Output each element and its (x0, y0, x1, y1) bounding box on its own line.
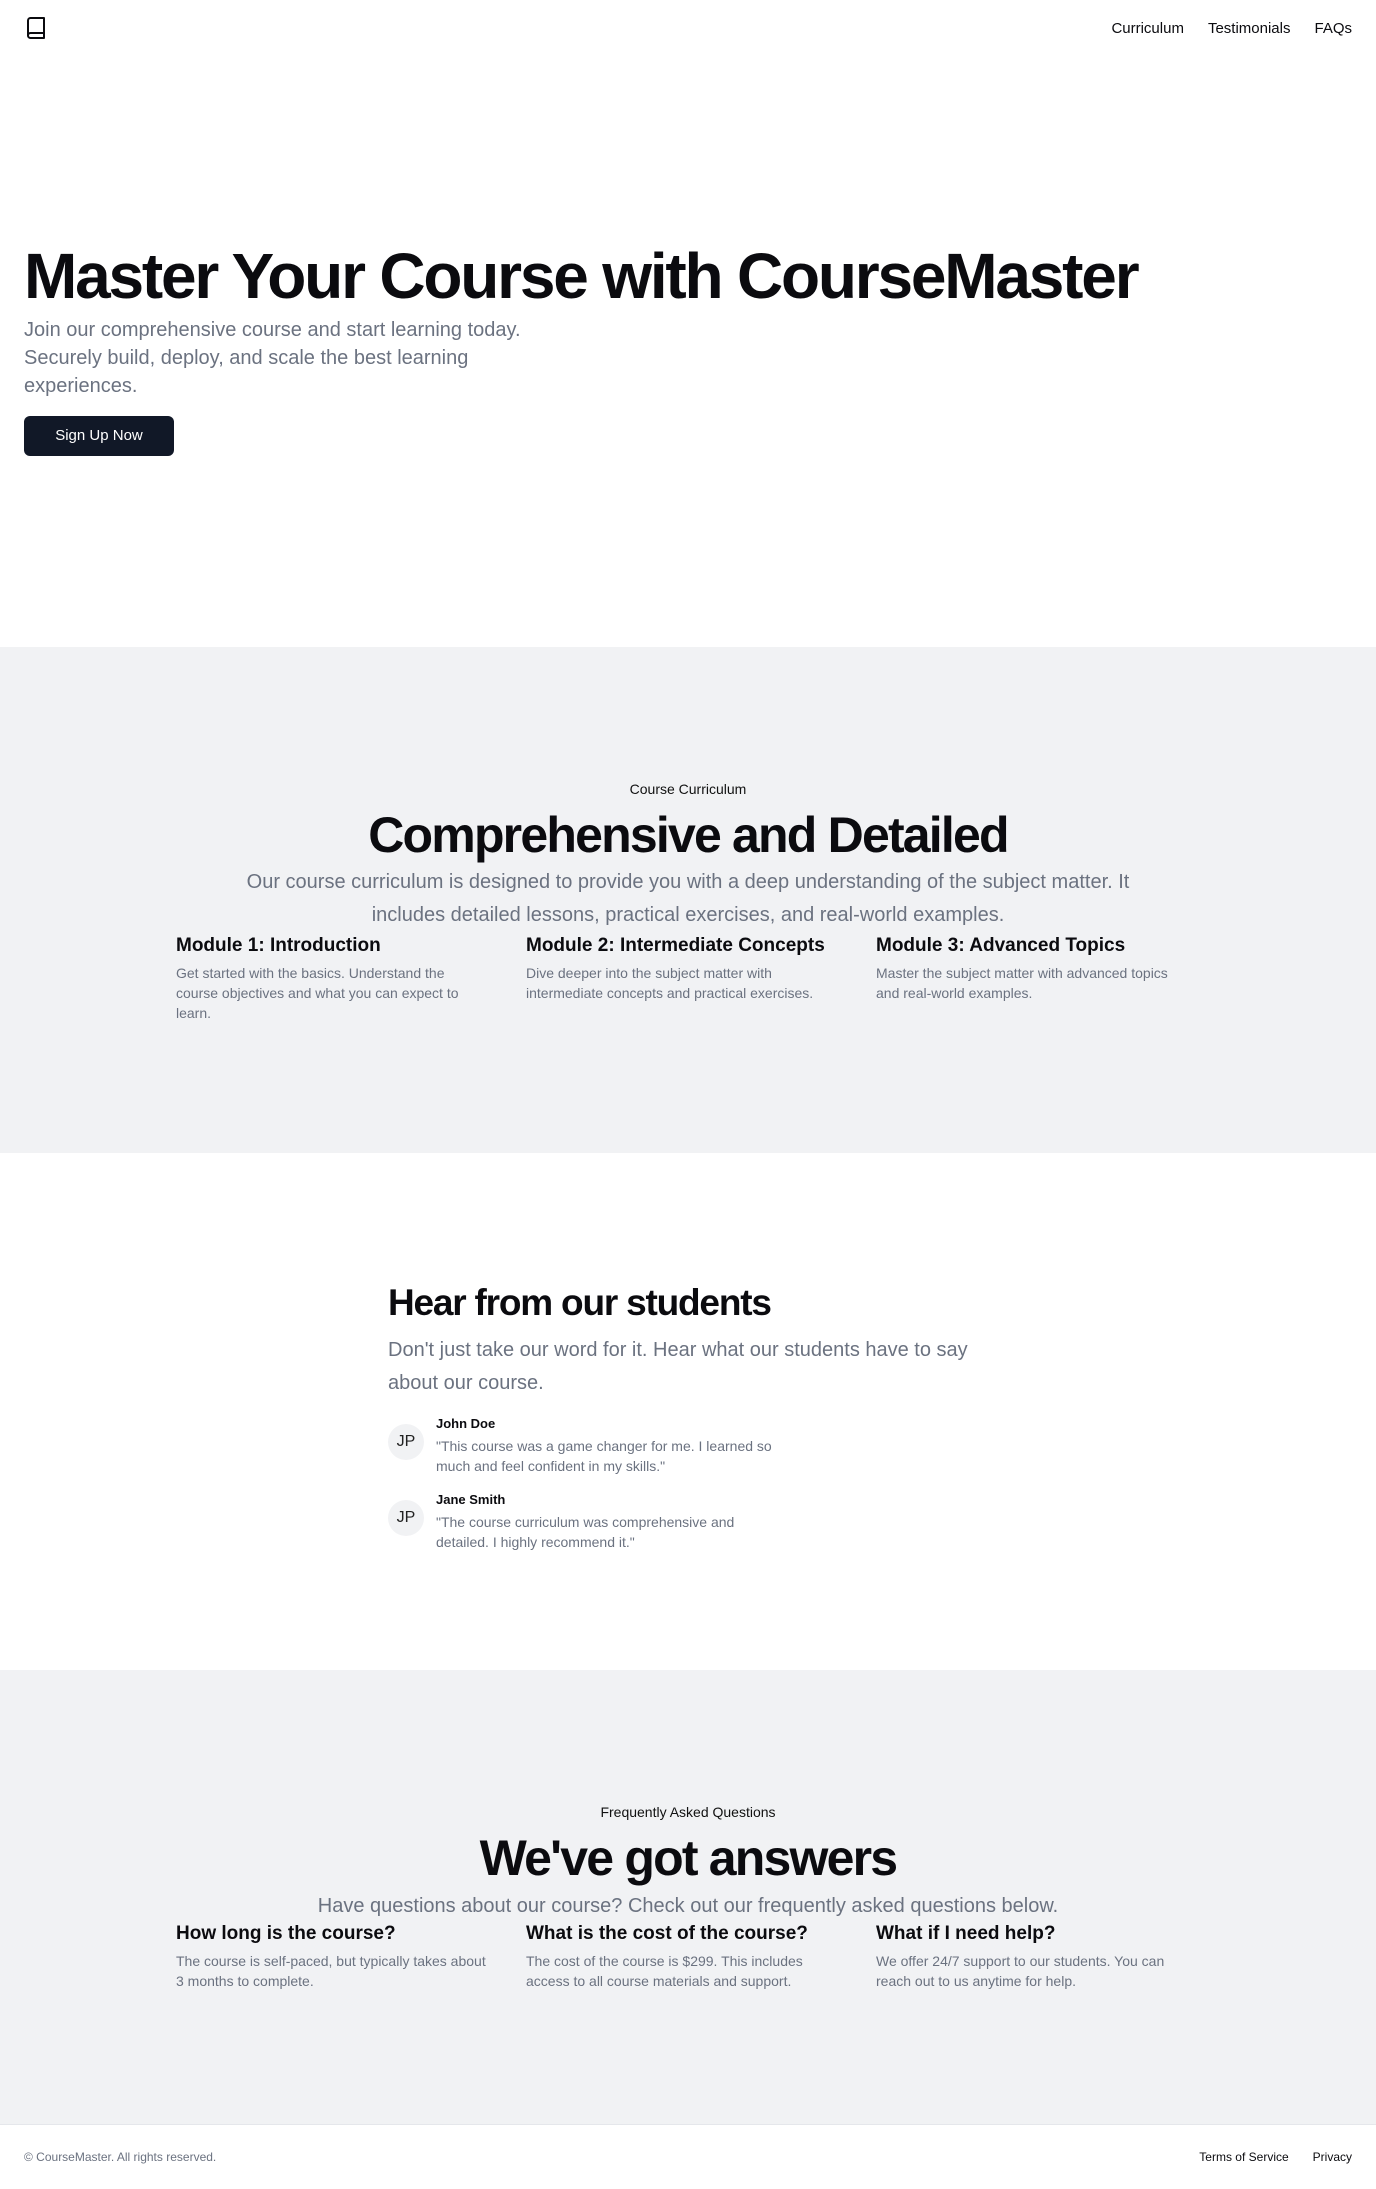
site-header: Curriculum Testimonials FAQs (0, 0, 1376, 56)
faq-answer: We offer 24/7 support to our students. Y… (876, 1953, 1165, 1989)
nav-link-curriculum[interactable]: Curriculum (1111, 20, 1184, 37)
avatar: JP (388, 1500, 424, 1536)
module-title: Module 3: Advanced Topics (876, 935, 1126, 956)
avatar: JP (388, 1424, 424, 1460)
module-description: Dive deeper into the subject matter with… (526, 965, 814, 1001)
faq-item: What if I need help? We offer 24/7 suppo… (876, 1921, 1226, 1991)
faq-question: How long is the course? (176, 1923, 396, 1944)
hero-title: Master Your Course with CourseMaster (24, 240, 1140, 312)
nav-link-faqs[interactable]: FAQs (1314, 20, 1352, 37)
faq-item: How long is the course? The course is se… (176, 1921, 526, 1991)
book-icon (27, 17, 45, 39)
module-card: Module 1: Introduction Get started with … (176, 933, 526, 1023)
faq-answer: The course is self-paced, but typically … (176, 1953, 486, 1989)
faq-eyebrow: Frequently Asked Questions (600, 1804, 776, 1820)
terms-of-service-link[interactable]: Terms of Service (1199, 2150, 1288, 2164)
module-card: Module 2: Intermediate Concepts Dive dee… (526, 933, 876, 1023)
privacy-link[interactable]: Privacy (1313, 2150, 1352, 2164)
curriculum-section: Course Curriculum Comprehensive and Deta… (0, 647, 1376, 1153)
site-footer: © CourseMaster. All rights reserved. Ter… (0, 2124, 1376, 2189)
module-grid: Module 1: Introduction Get started with … (176, 933, 1226, 1023)
faq-answer: The cost of the course is $299. This inc… (526, 1953, 803, 1989)
testimonial-item: JP Jane Smith "The course curriculum was… (388, 1492, 1028, 1552)
testimonial-body: John Doe "This course was a game changer… (436, 1416, 786, 1476)
testimonial-list: JP John Doe "This course was a game chan… (388, 1416, 1028, 1552)
hero-subtitle: Join our comprehensive course and start … (24, 319, 521, 397)
home-logo-link[interactable] (24, 16, 48, 40)
faq-question: What is the cost of the course? (526, 1923, 808, 1944)
testimonial-author: John Doe (436, 1416, 496, 1431)
faq-lead: Have questions about our course? Check o… (317, 1895, 1059, 1917)
testimonials-title: Hear from our students (388, 1282, 772, 1323)
testimonial-body: Jane Smith "The course curriculum was co… (436, 1492, 786, 1552)
hero-section: Master Your Course with CourseMaster Joi… (24, 240, 1224, 456)
faq-grid: How long is the course? The course is se… (176, 1921, 1226, 1991)
module-card: Module 3: Advanced Topics Master the sub… (876, 933, 1226, 1023)
faq-question: What if I need help? (876, 1923, 1056, 1944)
faq-title: We've got answers (479, 1830, 898, 1886)
curriculum-title: Comprehensive and Detailed (368, 807, 1009, 863)
module-description: Master the subject matter with advanced … (876, 965, 1168, 1001)
sign-up-button[interactable]: Sign Up Now (24, 416, 174, 456)
curriculum-eyebrow: Course Curriculum (629, 781, 747, 797)
testimonial-quote: "This course was a game changer for me. … (436, 1438, 772, 1474)
faq-section: Frequently Asked Questions We've got ans… (0, 1670, 1376, 2124)
nav-link-testimonials[interactable]: Testimonials (1208, 20, 1291, 37)
module-title: Module 1: Introduction (176, 935, 381, 956)
testimonial-author: Jane Smith (436, 1492, 506, 1507)
curriculum-lead: Our course curriculum is designed to pro… (246, 871, 1130, 926)
testimonial-quote: "The course curriculum was comprehensive… (436, 1514, 735, 1550)
testimonial-item: JP John Doe "This course was a game chan… (388, 1416, 1028, 1476)
copyright-text: © CourseMaster. All rights reserved. (24, 2150, 217, 2164)
module-title: Module 2: Intermediate Concepts (526, 935, 825, 956)
faq-item: What is the cost of the course? The cost… (526, 1921, 876, 1991)
module-description: Get started with the basics. Understand … (176, 965, 459, 1021)
footer-links: Terms of Service Privacy (1199, 2150, 1352, 2164)
testimonials-lead: Don't just take our word for it. Hear wh… (388, 1339, 968, 1394)
main-nav: Curriculum Testimonials FAQs (1111, 20, 1352, 37)
testimonials-section: Hear from our students Don't just take o… (388, 1280, 1028, 1568)
landing-page: Curriculum Testimonials FAQs Master Your… (0, 0, 1376, 2189)
